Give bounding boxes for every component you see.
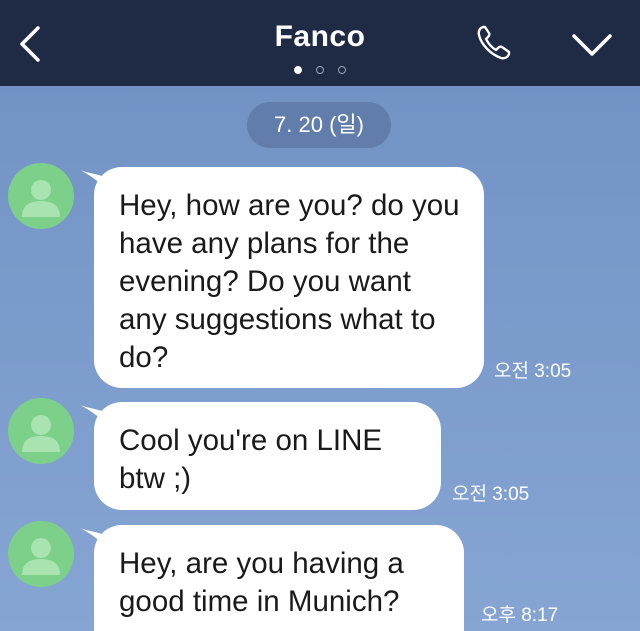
page-dot	[316, 66, 324, 74]
message-time: 오후 8:17	[481, 605, 559, 626]
message-text: Hey, how are you? do you have any plans …	[119, 189, 460, 374]
chat-title: Fanco	[274, 20, 366, 53]
message-text: Hey, are you having a good time in Munic…	[119, 547, 404, 618]
page-dot	[338, 66, 346, 74]
chat-header: Fanco	[0, 0, 640, 86]
message-bubble[interactable]: Hey, are you having a good time in Munic…	[94, 525, 464, 631]
date-separator: 7. 20 (일)	[247, 102, 391, 148]
message-bubble[interactable]: Cool you're on LINE btw ;)	[94, 402, 441, 510]
message-time: 오전 3:05	[494, 361, 572, 382]
message-bubble[interactable]: Hey, how are you? do you have any plans …	[94, 167, 484, 388]
chevron-down-icon[interactable]	[570, 30, 614, 60]
message-text: Cool you're on LINE btw ;)	[119, 424, 383, 495]
page-indicator	[0, 66, 640, 74]
avatar-person-icon	[22, 415, 60, 452]
message-time: 오전 3:05	[452, 484, 530, 505]
avatar-person-icon	[22, 180, 60, 217]
avatar[interactable]	[8, 398, 74, 464]
call-icon[interactable]	[474, 22, 514, 62]
page-dot-active	[294, 66, 302, 74]
avatar[interactable]	[8, 163, 74, 229]
avatar[interactable]	[8, 521, 74, 587]
avatar-person-icon	[22, 538, 60, 575]
